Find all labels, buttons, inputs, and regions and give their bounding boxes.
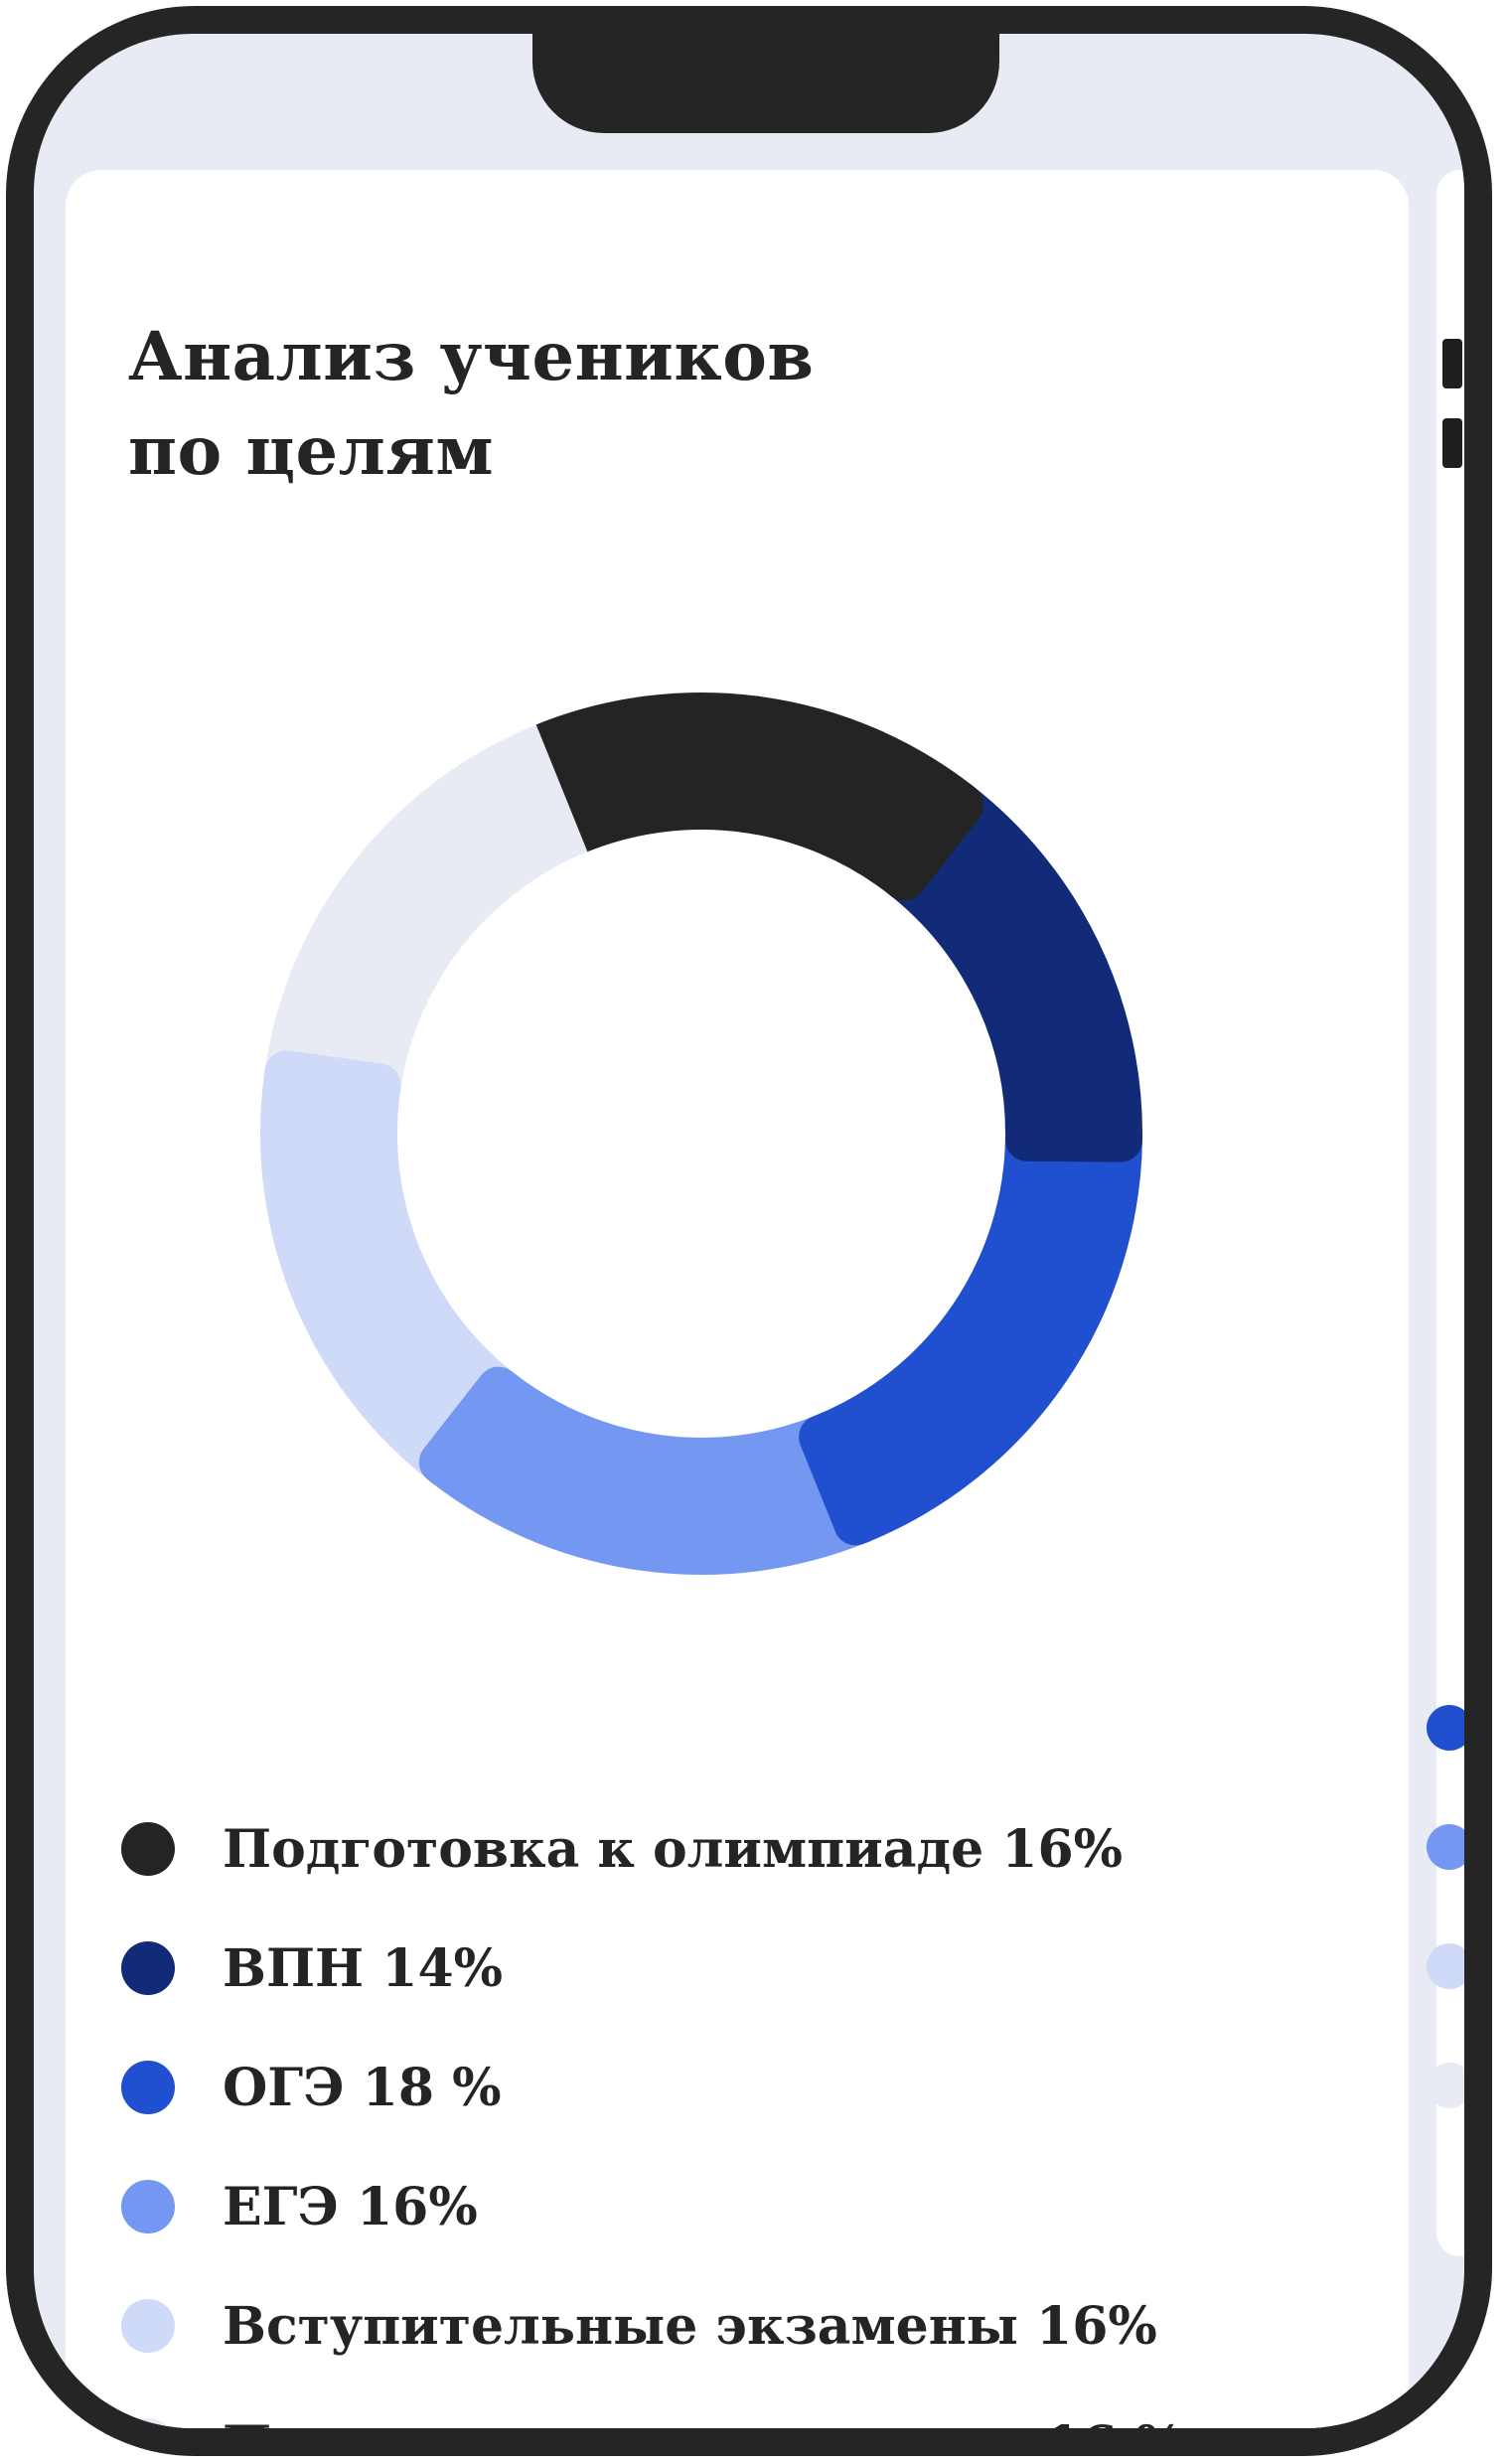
chart-title: Анализ учеников по целям xyxy=(128,309,1022,498)
donut-slice-cap-vpn xyxy=(1004,1111,1143,1162)
legend-dot-entrance-exams xyxy=(121,2299,175,2353)
donut-chart xyxy=(259,693,1143,1575)
analysis-card: Анализ учеников по целям Подготовка к ол… xyxy=(66,170,1409,2428)
phone-frame: Анализ учеников по целям Подготовка к ол… xyxy=(6,6,1492,2456)
legend-item-entrance-exams: Вступительные экзамены 16% xyxy=(121,2266,1393,2386)
legend-label-ege: ЕГЭ 16% xyxy=(223,2176,478,2237)
legend-item-ege: ЕГЭ 16% xyxy=(121,2147,1393,2266)
chart-title-line-2: по целям xyxy=(128,411,495,490)
next-card-title-fragment-2 xyxy=(1442,418,1462,468)
legend-item-performance: Повышение успеваемости 16 % xyxy=(121,2386,1393,2428)
legend-label-vpn: ВПН 14% xyxy=(223,1937,504,1999)
phone-screen: Анализ учеников по целям Подготовка к ол… xyxy=(34,34,1464,2428)
legend-item-vpn: ВПН 14% xyxy=(121,1909,1393,2028)
next-card-legend-dot-1 xyxy=(1427,1705,1464,1751)
legend-label-performance: Повышение успеваемости 16 % xyxy=(223,2415,1184,2429)
legend-label-olympiad: Подготовка к олимпиаде 16% xyxy=(223,1818,1124,1880)
legend-label-oge: ОГЭ 18 % xyxy=(223,2057,502,2118)
legend-label-entrance-exams: Вступительные экзамены 16% xyxy=(223,2295,1157,2357)
legend-dot-oge xyxy=(121,2061,175,2114)
next-card-legend-dot-4 xyxy=(1427,2063,1464,2108)
chart-legend: Подготовка к олимпиаде 16% ВПН 14% ОГЭ 1… xyxy=(121,1789,1393,2428)
next-card-legend-dot-2 xyxy=(1427,1824,1464,1870)
legend-item-oge: ОГЭ 18 % xyxy=(121,2028,1393,2147)
legend-item-olympiad: Подготовка к олимпиаде 16% xyxy=(121,1789,1393,1909)
legend-dot-vpn xyxy=(121,1941,175,1995)
next-card-peek[interactable] xyxy=(1427,170,1464,2256)
next-card-legend-dot-3 xyxy=(1427,1943,1464,1989)
legend-dot-performance xyxy=(121,2418,175,2428)
legend-dot-olympiad xyxy=(121,1822,175,1876)
chart-title-line-1: Анализ учеников xyxy=(128,317,815,395)
legend-dot-ege xyxy=(121,2180,175,2233)
next-card-title-fragment xyxy=(1442,339,1462,388)
phone-notch xyxy=(532,34,999,133)
